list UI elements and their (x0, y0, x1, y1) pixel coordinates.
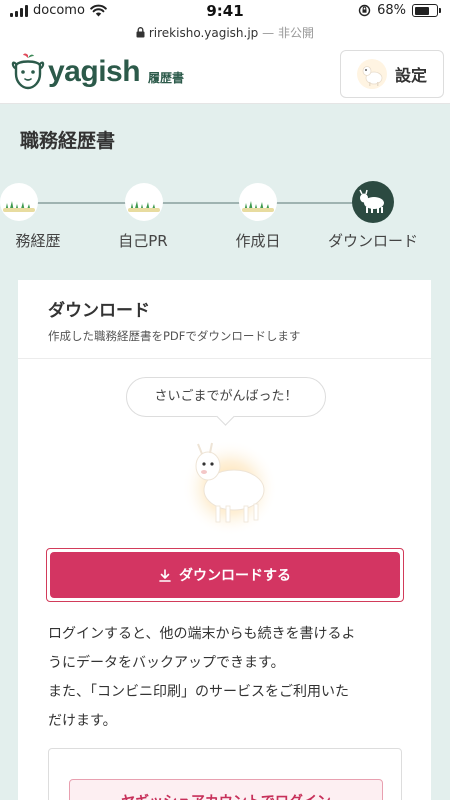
goat-logo-icon (11, 53, 45, 90)
battery-fill (414, 6, 429, 15)
goat-avatar-icon (356, 59, 387, 89)
logo-subtitle: 履歴書 (148, 71, 185, 85)
settings-label: 設定 (394, 66, 427, 85)
settings-button[interactable]: 設定 (340, 50, 444, 98)
lock-icon (136, 27, 145, 38)
address-bar[interactable]: rirekisho.yagish.jp — 非公開 (0, 24, 450, 41)
description-line: また、「コンビニ印刷」のサービスをご利用いた (48, 684, 349, 700)
step-1[interactable] (0, 183, 38, 221)
app-header: yagish 履歴書 設定 (0, 46, 450, 104)
grass-icon (242, 201, 274, 212)
step-connector (36, 202, 128, 204)
goat-icon (359, 189, 384, 213)
goat-icon (182, 440, 278, 536)
download-card: ダウンロード 作成した職務経歴書をPDFでダウンロードします さいごまでがんばっ… (18, 280, 431, 800)
logo-text: yagish (48, 55, 141, 88)
card-subtitle: 作成した職務経歴書をPDFでダウンロードします (48, 329, 301, 343)
step-label-1: 務経歴 (15, 232, 61, 250)
login-box: ヤギッシュアカウントでログイン (48, 748, 402, 800)
status-right: 68% (358, 3, 441, 18)
url-text: rirekisho.yagish.jp (148, 26, 259, 40)
status-bar: docomo 9:41 68% rirekisho.yagish.jp — 非公… (0, 0, 450, 46)
download-icon (159, 568, 171, 582)
download-label: ダウンロードする (179, 568, 291, 584)
step-4-current[interactable] (352, 181, 394, 223)
step-connector (160, 202, 242, 204)
step-2[interactable] (125, 183, 163, 221)
orientation-lock-icon (358, 4, 371, 17)
description-line: ログインすると、他の端末からも続きを書けるよ (48, 626, 356, 642)
step-label-4: ダウンロード (327, 232, 419, 250)
grass-icon (128, 201, 160, 212)
progress-stepper: 務経歴 自己PR 作成日 ダウンロード (0, 180, 450, 255)
battery-percent: 68% (377, 3, 406, 18)
logo[interactable]: yagish 履歴書 (10, 52, 184, 90)
login-description: ログインすると、他の端末からも続きを書けるよ うにデータをバックアップできます。… (48, 620, 398, 736)
speech-bubble: さいごまでがんばった！ (126, 377, 326, 417)
url-suffix: — 非公開 (262, 26, 314, 40)
download-button-inner[interactable]: ダウンロードする (50, 552, 400, 598)
description-line: だけます。 (48, 713, 117, 729)
battery-icon (412, 4, 441, 17)
step-3[interactable] (239, 183, 277, 221)
card-title: ダウンロード (48, 301, 150, 321)
login-button[interactable]: ヤギッシュアカウントでログイン (69, 779, 383, 800)
download-button[interactable]: ダウンロードする (46, 548, 404, 602)
description-line: うにデータをバックアップできます。 (48, 655, 285, 671)
grass-icon (3, 201, 35, 212)
divider (18, 358, 431, 359)
step-label-3: 作成日 (235, 232, 281, 250)
step-label-2: 自己PR (118, 232, 168, 250)
page-title: 職務経歴書 (20, 130, 116, 152)
step-connector (276, 202, 354, 204)
